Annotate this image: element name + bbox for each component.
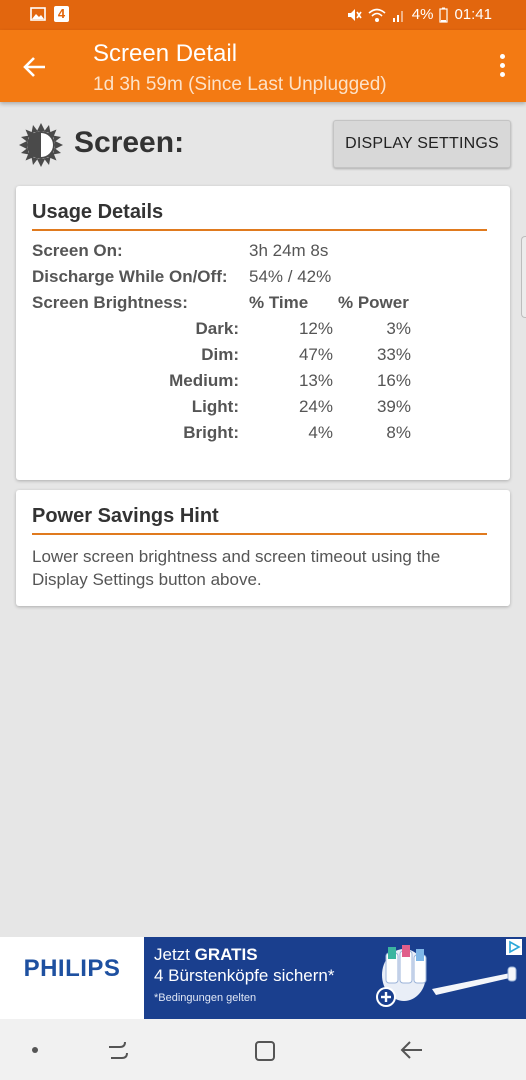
status-left: 4 <box>30 6 69 22</box>
back-button[interactable] <box>20 52 50 82</box>
ad-subheadline: 4 Bürstenköpfe sichern* <box>154 966 335 985</box>
level-power: 8% <box>386 423 411 442</box>
navigation-bar <box>0 1019 526 1080</box>
app-bar: Screen Detail 1d 3h 59m (Since Last Unpl… <box>0 30 526 102</box>
app-subtitle: 1d 3h 59m (Since Last Unplugged) <box>93 74 387 95</box>
power-savings-divider <box>32 533 487 535</box>
wifi-icon <box>368 8 386 22</box>
discharge-value: 54% / 42% <box>249 267 332 286</box>
status-bar: 4 4% 01:41 <box>0 0 526 30</box>
home-icon[interactable] <box>253 1039 277 1063</box>
ad-logo-box: PHILIPS <box>0 937 144 1019</box>
level-label: Bright: <box>183 423 239 442</box>
status-right: 4% 01:41 <box>346 6 492 23</box>
level-time: 12% <box>298 319 333 338</box>
screen-on-label: Screen On: <box>32 241 123 260</box>
ad-disclaimer: *Bedingungen gelten <box>154 992 257 1004</box>
mute-icon <box>347 8 362 21</box>
usage-details-card: Usage Details Screen On: 3h 24m 8s Disch… <box>16 186 510 480</box>
level-label: Light: <box>191 397 239 416</box>
level-power: 3% <box>386 319 411 338</box>
level-time: 13% <box>298 371 333 390</box>
level-label: Medium: <box>169 371 239 390</box>
display-settings-button[interactable]: DISPLAY SETTINGS <box>333 120 511 168</box>
screen-on-value: 3h 24m 8s <box>249 241 329 260</box>
overflow-menu-icon[interactable] <box>496 54 508 82</box>
power-savings-card: Power Savings Hint Lower screen brightne… <box>16 490 510 606</box>
battery-percent: 4% <box>411 6 434 23</box>
battery-icon <box>439 7 449 23</box>
nav-dot-icon[interactable] <box>30 1045 40 1055</box>
level-label: Dark: <box>195 319 239 338</box>
ad-headline: Jetzt GRATIS <box>154 945 258 964</box>
level-power: 39% <box>376 397 411 416</box>
brightness-label: Screen Brightness: <box>32 293 188 312</box>
recents-icon[interactable] <box>105 1038 131 1062</box>
level-power: 16% <box>376 371 411 390</box>
toothbrush-icon <box>376 945 517 1007</box>
col-header-time: % Time <box>249 293 309 312</box>
usage-details-divider <box>32 229 487 231</box>
back-arrow-icon <box>23 57 45 77</box>
ad-banner[interactable]: PHILIPS Jetzt GRATIS 4 Bürstenköpfe sich… <box>0 937 526 1019</box>
brightness-icon <box>19 123 63 167</box>
app-title: Screen Detail <box>93 40 238 67</box>
signal-icon <box>392 10 403 22</box>
level-power: 33% <box>376 345 411 364</box>
col-header-power: % Power <box>338 293 409 312</box>
level-label: Dim: <box>201 345 239 364</box>
discharge-label: Discharge While On/Off: <box>32 267 228 286</box>
usage-details-title: Usage Details <box>32 201 164 223</box>
gallery-icon <box>30 7 46 21</box>
screen-heading: Screen: <box>74 126 185 159</box>
level-time: 47% <box>298 345 333 364</box>
ad-brand-logo: PHILIPS <box>23 955 121 982</box>
notification-count-badge: 4 <box>54 6 69 22</box>
level-time: 4% <box>308 423 333 442</box>
level-time: 24% <box>298 397 333 416</box>
edge-panel-handle[interactable] <box>521 236 526 318</box>
power-savings-title: Power Savings Hint <box>32 505 219 527</box>
nav-back-icon[interactable] <box>398 1039 424 1061</box>
clock: 01:41 <box>454 6 492 23</box>
adchoices-icon[interactable] <box>506 939 522 955</box>
power-savings-text: Lower screen brightness and screen timeo… <box>32 547 441 589</box>
